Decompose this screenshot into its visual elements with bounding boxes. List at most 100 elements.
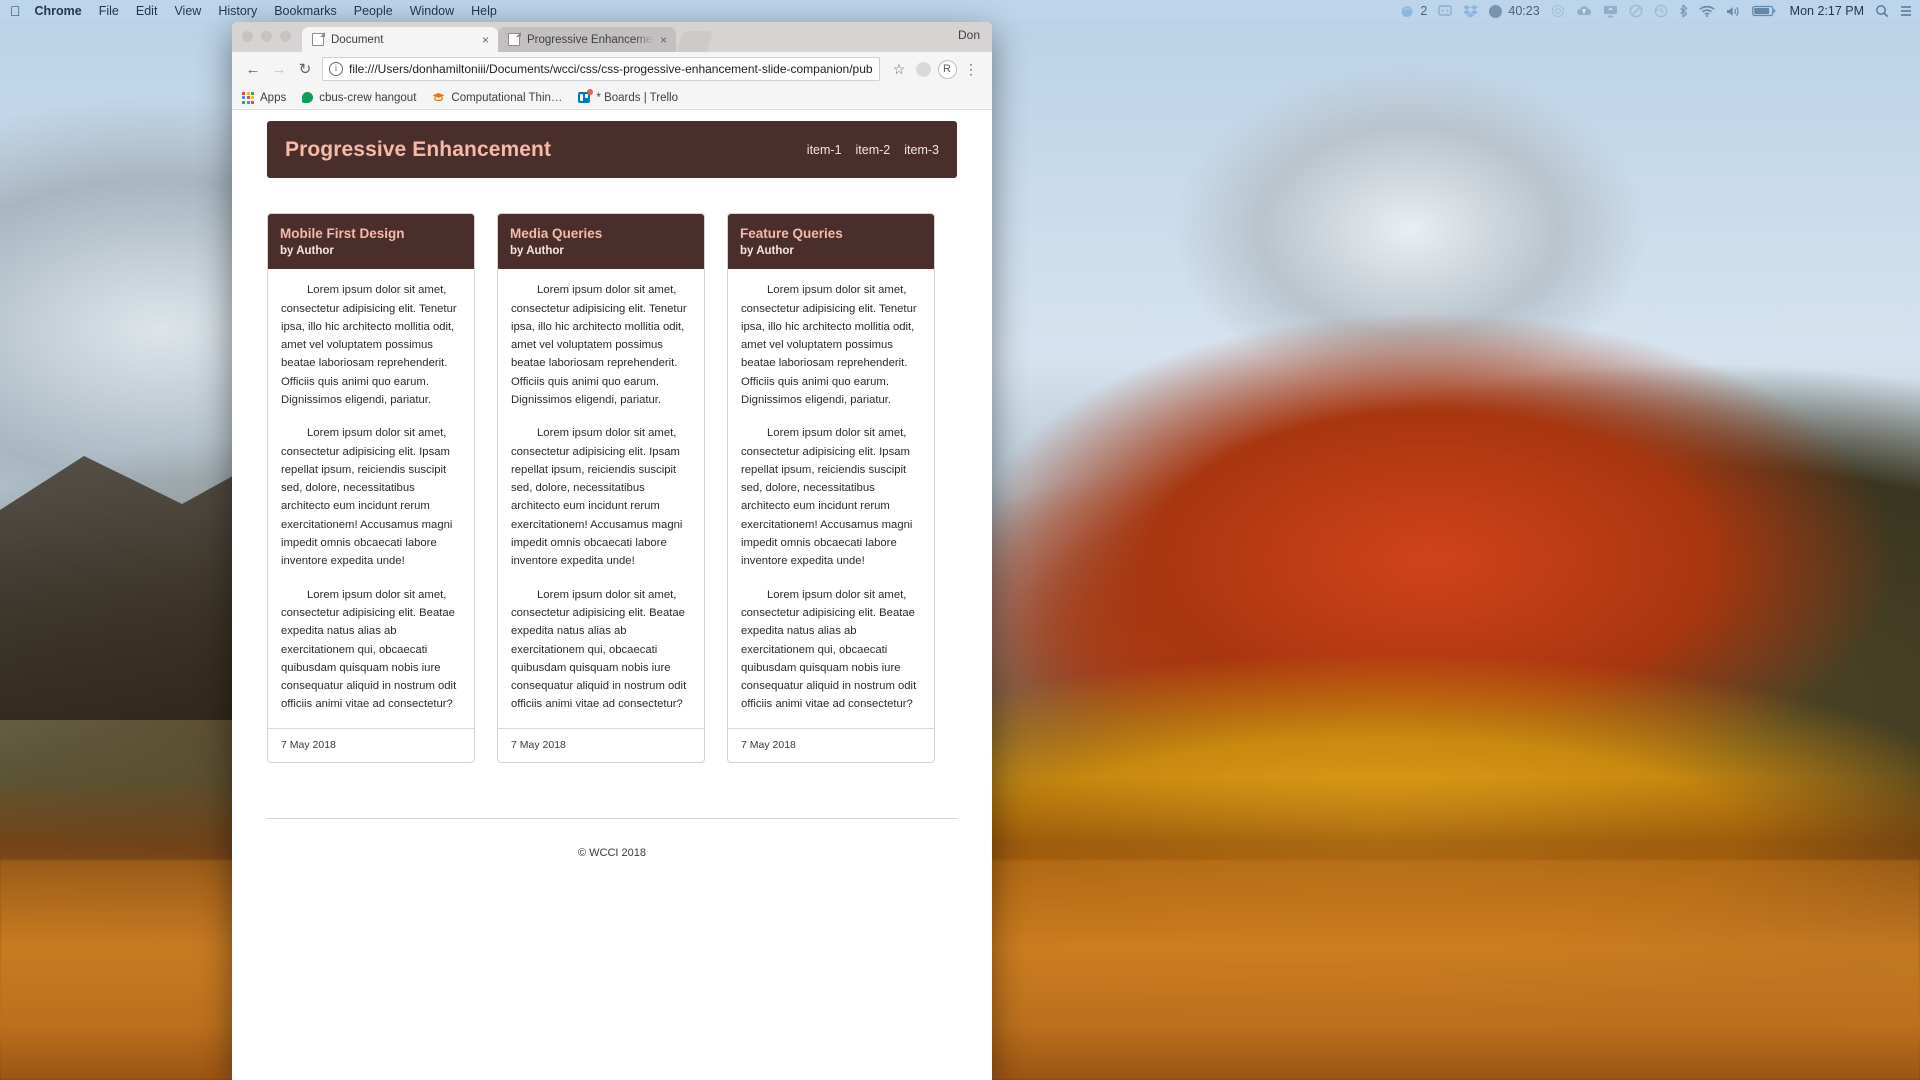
article-card: Media Queries by Author Lorem ipsum dolo… [497, 213, 705, 763]
dropbox-icon[interactable] [1463, 4, 1479, 18]
card-author: by Author [740, 245, 794, 258]
address-bar[interactable]: i file:///Users/donhamiltoniii/Documents… [322, 57, 880, 81]
star-icon[interactable]: ☆ [888, 61, 910, 78]
card-title: Mobile First Design [280, 226, 405, 241]
card-paragraph: Lorem ipsum dolor sit amet, consectetur … [281, 427, 453, 568]
menu-item-file[interactable]: File [99, 4, 119, 18]
volume-icon[interactable] [1726, 5, 1741, 18]
close-window-button[interactable] [242, 31, 253, 42]
bookmark-label: Apps [260, 91, 287, 104]
avatar-initial: R [937, 59, 957, 79]
card-date: 7 May 2018 [268, 727, 474, 762]
card-paragraph: Lorem ipsum dolor sit amet, consectetur … [511, 427, 683, 568]
bookmark-computational-thinking[interactable]: Computational Thin… [432, 92, 562, 104]
page-title: Progressive Enhancement [285, 137, 552, 161]
hangouts-icon [302, 92, 314, 103]
menu-item-view[interactable]: View [174, 4, 201, 18]
card-paragraph: Lorem ipsum dolor sit amet, consectetur … [281, 588, 457, 711]
page-info-icon[interactable]: i [329, 62, 343, 76]
airplay-icon[interactable] [1551, 4, 1565, 18]
battery-icon[interactable] [1751, 5, 1776, 17]
timer-readout: 40:23 [1508, 4, 1540, 18]
close-tab-icon[interactable]: × [482, 34, 489, 46]
chrome-tab-strip: Document × Progressive Enhancement - O… … [232, 22, 992, 52]
menu-item-bookmarks[interactable]: Bookmarks [274, 4, 337, 18]
menu-item-help[interactable]: Help [471, 4, 497, 18]
menu-item-people[interactable]: People [354, 4, 393, 18]
chrome-browser-window: Document × Progressive Enhancement - O… … [232, 22, 992, 1080]
cloud-upload-icon[interactable] [1576, 5, 1592, 17]
page-icon [312, 33, 324, 46]
bluetooth-icon[interactable] [1679, 4, 1688, 18]
close-tab-icon[interactable]: × [660, 34, 667, 46]
article-card: Mobile First Design by Author Lorem ipsu… [267, 213, 475, 763]
tomato-timer-icon[interactable] [1400, 4, 1414, 18]
browser-tab-document[interactable]: Document × [302, 27, 498, 52]
card-body: Lorem ipsum dolor sit amet, consectetur … [728, 269, 934, 728]
trello-icon [578, 89, 594, 103]
page-header-banner: Progressive Enhancement item-1 item-2 it… [267, 121, 957, 178]
bookmark-cbus-crew-hangout[interactable]: cbus-crew hangout [302, 92, 416, 104]
card-body: Lorem ipsum dolor sit amet, consectetur … [498, 269, 704, 728]
card-paragraph: Lorem ipsum dolor sit amet, consectetur … [281, 284, 457, 406]
menu-item-chrome[interactable]: Chrome [35, 4, 82, 18]
minimize-window-button[interactable] [261, 31, 272, 42]
bookmark-apps[interactable]: Apps [242, 91, 287, 104]
nav-item-2[interactable]: item-2 [856, 143, 891, 157]
card-date: 7 May 2018 [728, 727, 934, 762]
display-menu-icon[interactable] [1438, 5, 1453, 17]
extension-circle-icon[interactable] [912, 61, 934, 77]
macos-menu-bar:  Chrome File Edit View History Bookmark… [0, 0, 1920, 22]
card-author: by Author [510, 245, 564, 258]
do-not-disturb-icon[interactable] [1629, 4, 1643, 18]
profile-name-label[interactable]: Don [958, 28, 980, 42]
card-date: 7 May 2018 [498, 727, 704, 762]
menu-item-window[interactable]: Window [410, 4, 454, 18]
card-paragraph: Lorem ipsum dolor sit amet, consectetur … [741, 284, 917, 406]
notification-count: 2 [1420, 4, 1428, 18]
new-tab-button[interactable] [676, 31, 714, 52]
screen-recorder-icon[interactable] [1489, 4, 1503, 18]
apple-logo-icon[interactable]:  [10, 4, 21, 18]
back-arrow-icon[interactable]: ← [242, 58, 264, 80]
desktop-screen:  Chrome File Edit View History Bookmark… [0, 0, 1920, 1080]
nav-item-1[interactable]: item-1 [807, 143, 842, 157]
bookmark-label: cbus-crew hangout [319, 91, 417, 104]
card-header: Mobile First Design by Author [268, 214, 474, 270]
card-header: Feature Queries by Author [728, 214, 934, 270]
bookmark-label: Computational Thin… [451, 91, 563, 104]
address-bar-url: file:///Users/donhamiltoniii/Documents/w… [349, 62, 873, 76]
card-paragraph: Lorem ipsum dolor sit amet, consectetur … [741, 427, 913, 568]
card-author: by Author [280, 245, 334, 258]
browser-tab-progressive-enhancement[interactable]: Progressive Enhancement - O… × [498, 27, 676, 52]
wifi-icon[interactable] [1699, 5, 1715, 17]
card-paragraph: Lorem ipsum dolor sit amet, consectetur … [741, 588, 917, 711]
card-body: Lorem ipsum dolor sit amet, consectetur … [268, 269, 474, 728]
profile-avatar[interactable]: R [936, 59, 958, 79]
card-title: Feature Queries [740, 226, 843, 241]
forward-arrow-icon[interactable]: → [268, 58, 290, 80]
card-header: Media Queries by Author [498, 214, 704, 270]
card-paragraph: Lorem ipsum dolor sit amet, consectetur … [511, 284, 687, 406]
time-machine-icon[interactable] [1654, 4, 1668, 18]
menu-item-edit[interactable]: Edit [136, 4, 158, 18]
card-title: Media Queries [510, 226, 603, 241]
page-icon [508, 33, 520, 46]
three-dot-menu-icon[interactable]: ⋮ [960, 61, 982, 78]
notification-center-icon[interactable] [1900, 4, 1912, 18]
menubar-clock[interactable]: Mon 2:17 PM [1790, 4, 1864, 18]
backup-icon[interactable] [1603, 5, 1618, 18]
nav-item-3[interactable]: item-3 [904, 143, 939, 157]
menu-item-history[interactable]: History [218, 4, 257, 18]
page-container: Progressive Enhancement item-1 item-2 it… [267, 110, 957, 869]
window-traffic-lights[interactable] [242, 31, 291, 42]
bookmark-label: * Boards | Trello [596, 91, 679, 104]
page-nav: item-1 item-2 item-3 [793, 143, 939, 157]
maximize-window-button[interactable] [280, 31, 291, 42]
bookmark-boards-trello[interactable]: * Boards | Trello [578, 89, 679, 104]
reload-icon[interactable]: ↻ [294, 58, 316, 80]
bookmarks-bar: Apps cbus-crew hangout Computational Thi… [232, 86, 992, 110]
page-footer: © WCCI 2018 [577, 846, 646, 859]
spotlight-search-icon[interactable] [1875, 4, 1889, 18]
apps-grid-icon [242, 91, 254, 104]
